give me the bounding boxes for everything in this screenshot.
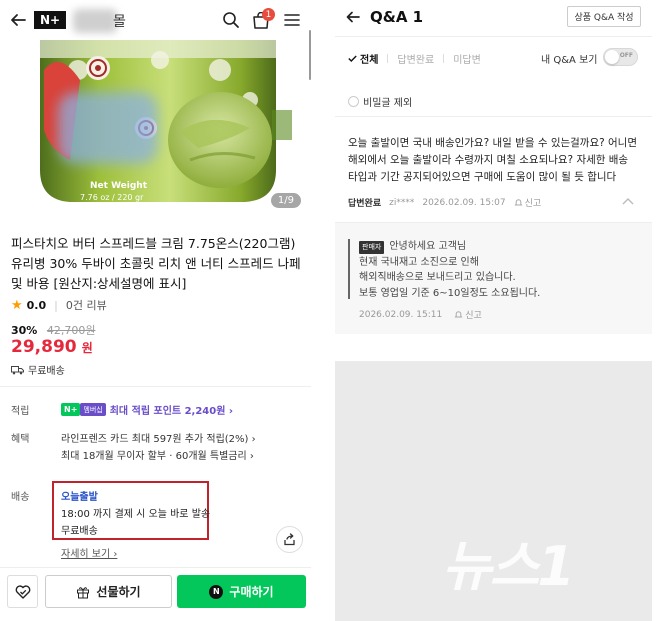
delivery-label: 배송 xyxy=(11,492,30,503)
filter-divider xyxy=(443,54,445,63)
divider xyxy=(335,36,652,37)
answer-line-1: 현재 국내재고 소진으로 인해 xyxy=(359,256,479,268)
star-icon: ★ xyxy=(11,297,23,313)
nplus-logo[interactable]: N+ xyxy=(34,11,66,29)
radio-icon[interactable] xyxy=(348,96,359,107)
today-departure-text: 오늘출발 xyxy=(61,492,98,503)
back-arrow-icon[interactable] xyxy=(345,9,361,25)
answer-report[interactable]: 신고 xyxy=(454,308,482,321)
naver-n-icon: N xyxy=(209,584,224,599)
seller-answer: 판매자 안녕하세요 고객님 현재 국내재고 소진으로 인해 해외직배송으로 보내드… xyxy=(335,223,652,334)
blurred-store-name xyxy=(73,9,117,33)
answer-indent-line xyxy=(348,239,350,299)
seller-badge: 판매자 xyxy=(359,241,385,255)
filter-all-tab[interactable]: 전체 xyxy=(348,51,378,66)
buy-button-label: 구매하기 xyxy=(229,585,274,599)
gift-button[interactable]: 선물하기 xyxy=(45,575,172,608)
points-label: 적립 xyxy=(11,406,30,417)
cart-count-badge: 1 xyxy=(262,8,275,21)
filter-divider xyxy=(387,54,389,63)
qa-title: Q&A 1 xyxy=(370,8,424,26)
answer-date: 2026.02.09. 15:11 xyxy=(359,309,443,320)
exclude-secret-option[interactable]: 비밀글 제외 xyxy=(348,94,412,109)
benefit-card-points[interactable]: 라인프렌즈 카드 최대 597원 추가 적립(2%) › xyxy=(61,430,256,445)
discount-row: 30% 42,700원 xyxy=(11,322,95,338)
question-report[interactable]: 신고 xyxy=(514,196,542,209)
delivery-cutoff-text: 18:00 까지 결제 시 오늘 바로 발송 xyxy=(61,509,211,520)
image-weight-value: 7.76 oz / 220 gr xyxy=(80,193,144,202)
share-icon xyxy=(284,533,295,546)
toggle-state: OFF xyxy=(619,52,633,59)
bell-icon xyxy=(454,311,463,318)
gift-icon xyxy=(77,586,90,598)
image-counter: 1/9 xyxy=(270,193,301,208)
membership-badge: 멤버십 xyxy=(80,403,106,416)
truck-icon xyxy=(11,365,24,374)
price-row: 29,890 원 xyxy=(11,337,93,357)
question-author: zi**** xyxy=(389,197,415,208)
image-net-weight-label: Net Weight xyxy=(90,181,148,191)
top-bar: N+ 몰 1 xyxy=(0,0,311,40)
bell-icon xyxy=(514,199,523,206)
product-image[interactable]: Net Weight 7.76 oz / 220 gr 1/9 xyxy=(0,40,311,216)
points-row[interactable]: N+ 멤버십 최대 적립 포인트 2,240원 › xyxy=(61,402,233,417)
bottom-action-bar: 선물하기 N 구매하기 xyxy=(0,567,311,621)
filter-unanswered-tab[interactable]: 미답변 xyxy=(453,51,481,66)
divider xyxy=(335,116,652,117)
answer-meta: 2026.02.09. 15:11 신고 xyxy=(359,308,482,322)
question-text: 오늘 출발이면 국내 배송인가요? 내일 받을 수 있는걸까요? 어니면 해외에… xyxy=(348,137,638,183)
chevron-up-icon[interactable] xyxy=(622,197,634,205)
report-label: 신고 xyxy=(524,199,542,209)
rating-divider: | xyxy=(54,298,58,312)
qa-filter-tabs: 전체 답변완료 미답변 xyxy=(348,51,481,66)
discount-percent: 30% xyxy=(11,324,38,337)
product-page-panel: N+ 몰 1 Net Weight 7.76 oz / 220 gr 1/9 피… xyxy=(0,0,311,621)
product-title: 피스타치오 버터 스프레드블 크림 7.75온스(220그램) 유리병 30% … xyxy=(11,236,301,291)
gift-button-label: 선물하기 xyxy=(96,585,141,599)
question-meta: 답변완료 zi**** 2026.02.09. 15:07 신고 xyxy=(348,196,542,210)
report-label: 신고 xyxy=(465,311,482,321)
original-price: 42,700원 xyxy=(46,324,96,337)
share-button[interactable] xyxy=(276,526,303,553)
filter-all-label: 전체 xyxy=(360,55,379,66)
section-divider xyxy=(0,386,311,387)
pistachio-jar-image: Net Weight 7.76 oz / 220 gr xyxy=(0,40,311,216)
nplus-badge: N+ xyxy=(61,403,81,416)
panel-gap xyxy=(311,0,335,621)
sale-price: 29,890 xyxy=(11,337,77,357)
menu-icon[interactable] xyxy=(284,12,300,28)
buy-button[interactable]: N 구매하기 xyxy=(177,575,306,608)
benefit-label: 혜택 xyxy=(11,434,30,445)
my-qa-toggle[interactable]: OFF xyxy=(603,48,638,66)
detail-view-link[interactable]: 자세히 보기 › xyxy=(61,545,117,560)
search-icon[interactable] xyxy=(222,11,240,29)
answer-status: 답변완료 xyxy=(348,199,382,209)
price-unit: 원 xyxy=(81,341,93,355)
benefit-installment[interactable]: 최대 18개월 무이자 할부 · 60개월 특별금리 › xyxy=(61,447,254,462)
write-qa-button[interactable]: 상품 Q&A 작성 xyxy=(567,6,641,27)
check-icon xyxy=(348,55,357,62)
question-date: 2026.02.09. 15:07 xyxy=(422,197,506,208)
review-count[interactable]: 0건 리뷰 xyxy=(66,297,107,313)
rating-row[interactable]: ★ 0.0 | 0건 리뷰 xyxy=(11,297,107,313)
store-name-suffix[interactable]: 몰 xyxy=(113,11,126,31)
rating-value: 0.0 xyxy=(26,298,47,312)
points-text[interactable]: 최대 적립 포인트 2,240원 › xyxy=(110,402,233,417)
heart-check-icon xyxy=(15,584,30,599)
answer-line-2: 해외직배송으로 보내드리고 있습니다. xyxy=(359,272,516,283)
shipping-text: 무료배송 xyxy=(28,366,65,377)
answer-line-3: 보통 영업일 기준 6~10일정도 소요됩니다. xyxy=(359,287,541,299)
back-arrow-icon[interactable] xyxy=(9,11,27,29)
filter-answered-tab[interactable]: 답변완료 xyxy=(397,51,434,66)
answer-greeting: 안녕하세요 고객님 xyxy=(389,241,467,252)
answer-text: 판매자 안녕하세요 고객님 현재 국내재고 소진으로 인해 해외직배송으로 보내드… xyxy=(359,239,644,301)
free-delivery-text: 무료배송 xyxy=(61,526,98,537)
news1-watermark: 뉴스1 xyxy=(442,535,575,598)
my-qa-label: 내 Q&A 보기 xyxy=(541,55,598,66)
shipping-row: 무료배송 xyxy=(11,362,65,377)
wishlist-button[interactable] xyxy=(7,575,38,608)
toggle-knob xyxy=(605,50,619,64)
exclude-secret-label: 비밀글 제외 xyxy=(363,98,413,109)
